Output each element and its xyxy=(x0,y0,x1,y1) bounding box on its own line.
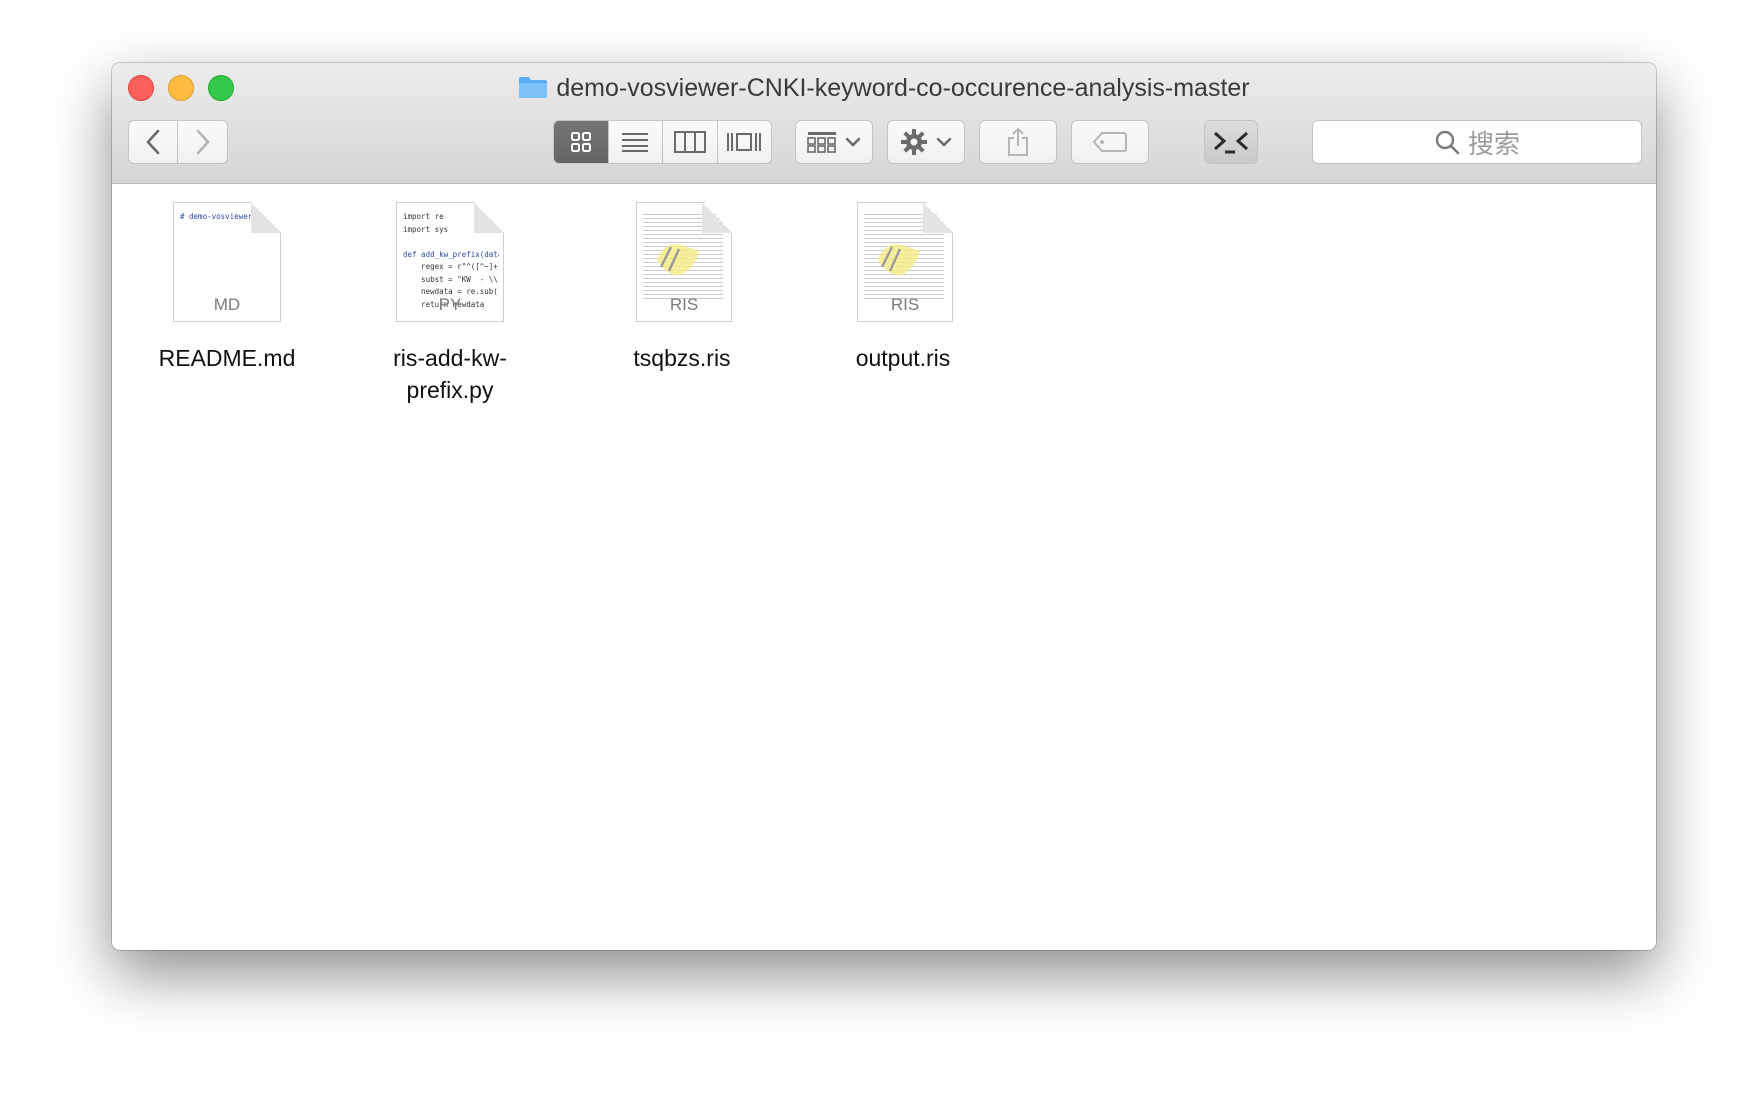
file-name: README.md xyxy=(158,345,296,371)
file-ext-label: MD xyxy=(213,295,241,314)
terminal-icon xyxy=(1214,131,1248,154)
share-icon xyxy=(1008,127,1028,156)
toolbar: demo-vosviewer-CNKI-keyword-co-occurence… xyxy=(112,63,1656,184)
action-button[interactable] xyxy=(887,120,965,164)
file-item-tsqbzs-ris[interactable]: RIS tsqbzs.ris xyxy=(582,202,782,374)
folder-icon xyxy=(519,77,548,99)
file-thumbnail: RIS xyxy=(620,202,744,326)
arrange-grid-icon xyxy=(807,132,836,153)
search-field[interactable]: 搜索 xyxy=(1312,120,1642,164)
file-thumbnail: import re import sys def add_kw_prefix(da… xyxy=(388,202,512,326)
share-button[interactable] xyxy=(979,120,1057,164)
file-ext-label: PY xyxy=(438,295,462,314)
file-thumbnail: RIS xyxy=(841,202,965,326)
file-name: ris-add-kw-prefix.py xyxy=(393,345,507,403)
file-name: tsqbzs.ris xyxy=(633,345,731,371)
cover-flow-icon xyxy=(727,133,762,151)
chevron-left-icon xyxy=(146,129,160,155)
list-view-button[interactable] xyxy=(607,121,662,163)
back-button[interactable] xyxy=(128,120,178,164)
icon-view-button[interactable] xyxy=(554,121,608,163)
tag-icon xyxy=(1092,132,1127,152)
file-ext-label: RIS xyxy=(890,295,920,314)
file-item-python-script[interactable]: import re import sys def add_kw_prefix(da… xyxy=(350,202,550,406)
window-title-text: demo-vosviewer-CNKI-keyword-co-occurence… xyxy=(556,74,1250,102)
file-item-readme[interactable]: # demo-vosviewer- MD README.md xyxy=(127,202,327,374)
icon-grid-icon xyxy=(570,132,591,152)
tag-button[interactable] xyxy=(1071,120,1149,164)
endnote-logo-icon xyxy=(878,244,920,276)
file-thumbnail: # demo-vosviewer- MD xyxy=(165,202,289,326)
cover-flow-view-button[interactable] xyxy=(716,121,771,163)
file-name: output.ris xyxy=(855,345,951,371)
chevron-right-icon xyxy=(196,129,209,155)
column-view-button[interactable] xyxy=(662,121,717,163)
window-title: demo-vosviewer-CNKI-keyword-co-occurence… xyxy=(112,71,1656,105)
gear-icon xyxy=(901,129,927,155)
file-item-output-ris[interactable]: RIS output.ris xyxy=(803,202,1003,374)
columns-icon xyxy=(673,131,706,153)
open-terminal-button[interactable] xyxy=(1204,120,1258,164)
list-icon xyxy=(622,133,649,152)
chevron-down-icon xyxy=(845,137,861,147)
chevron-down-icon xyxy=(936,137,952,147)
search-placeholder: 搜索 xyxy=(1467,128,1520,159)
search-icon xyxy=(1435,130,1460,155)
file-ext-label: RIS xyxy=(669,295,699,314)
finder-window: demo-vosviewer-CNKI-keyword-co-occurence… xyxy=(112,63,1656,950)
view-mode-selector xyxy=(553,120,772,164)
forward-button[interactable] xyxy=(178,120,228,164)
file-grid: # demo-vosviewer- MD README.md import re… xyxy=(112,184,1656,950)
arrange-button[interactable] xyxy=(795,120,873,164)
endnote-logo-icon xyxy=(657,244,699,276)
